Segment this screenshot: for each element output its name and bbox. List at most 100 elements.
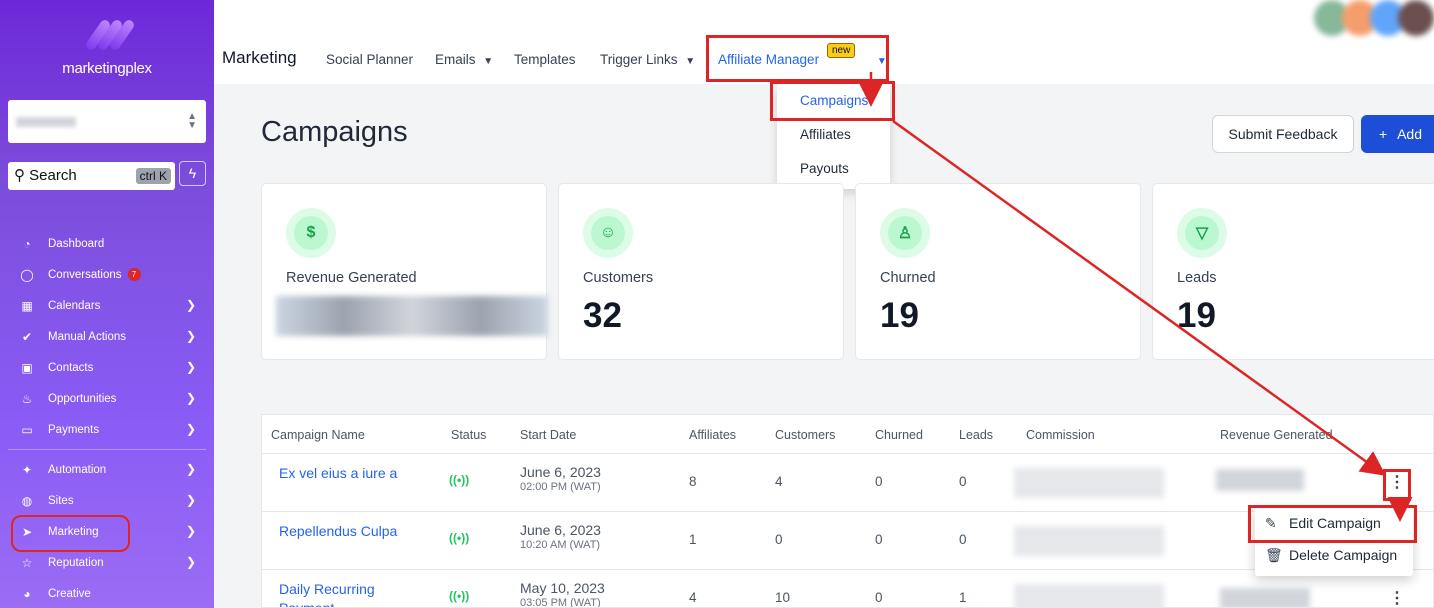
- stat-icon-wrap: $: [286, 208, 336, 258]
- sidebar-item-label: Payments: [48, 423, 100, 436]
- commission-redacted: [1014, 468, 1164, 498]
- affiliates-count: 1: [689, 532, 697, 547]
- add-label: Add: [1397, 126, 1422, 142]
- col-header-commission: Commission: [1026, 428, 1095, 442]
- sidebar-item-conversations[interactable]: ◯ Conversations 7: [0, 259, 214, 290]
- sidebar-item-creative[interactable]: ◕ Creative: [0, 578, 214, 608]
- logo-icon: [77, 18, 137, 54]
- tab-emails[interactable]: Emails ▼: [435, 52, 493, 67]
- chevron-down-icon: ▼: [483, 56, 494, 67]
- trash-icon: 🗑: [1265, 547, 1283, 563]
- date-text: June 6, 2023: [520, 464, 601, 480]
- time-text: 10:20 AM (WAT): [520, 539, 601, 551]
- stat-card-customers: ☺ Customers 32: [558, 183, 844, 360]
- time-text: 03:05 PM (WAT): [520, 597, 601, 608]
- card-icon: ▭: [21, 422, 33, 437]
- sidebar-item-label: Contacts: [48, 361, 94, 374]
- stat-value: 19: [880, 296, 919, 335]
- calendar-icon: ▦: [21, 298, 33, 313]
- star-icon: ☆: [21, 555, 33, 570]
- logo[interactable]: marketingplex: [0, 18, 214, 77]
- sidebar-item-marketing[interactable]: ➤ Marketing ❯: [0, 515, 214, 552]
- chevron-right-icon: ❯: [185, 360, 196, 374]
- chevron-right-icon: ❯: [185, 391, 196, 405]
- quick-actions-button[interactable]: ϟ: [179, 161, 206, 186]
- lightning-icon: ϟ: [188, 165, 197, 181]
- stat-label: Leads: [1177, 270, 1217, 286]
- check-icon: ✔: [21, 329, 33, 344]
- leads-count: 0: [959, 474, 967, 489]
- stat-value: 32: [583, 296, 622, 335]
- date-text: June 6, 2023: [520, 522, 601, 538]
- table-row[interactable]: Ex vel eius a iure a ((•)) June 6, 2023 0…: [262, 454, 1433, 512]
- status-active-icon: ((•)): [449, 473, 470, 487]
- tab-trigger-links[interactable]: Trigger Links ▼: [600, 52, 695, 67]
- stat-icon-wrap: ▽: [1177, 208, 1227, 258]
- sidebar-item-dashboard[interactable]: ◔ Dashboard: [0, 228, 214, 259]
- chevron-down-icon: ▼: [685, 56, 696, 67]
- stat-label: Customers: [583, 270, 654, 286]
- col-header-churned: Churned: [875, 428, 923, 442]
- sidebar-item-label: Reputation: [48, 556, 104, 569]
- page-title: Campaigns: [261, 116, 408, 148]
- chevron-right-icon: ❯: [185, 298, 196, 312]
- churned-count: 0: [875, 590, 883, 605]
- tab-label: Trigger Links: [600, 52, 678, 67]
- search-shortcut: ctrl K: [135, 168, 171, 184]
- chevron-right-icon: ❯: [185, 493, 196, 507]
- commission-redacted: [1014, 526, 1164, 556]
- sidebar-item-label: Dashboard: [48, 237, 105, 250]
- sidebar-item-label: Creative: [48, 587, 91, 600]
- tab-label: Emails: [435, 52, 476, 67]
- search-button[interactable]: ⚲ Search ctrl K: [8, 162, 175, 190]
- col-header-name: Campaign Name: [271, 428, 365, 442]
- chevron-right-icon: ❯: [185, 329, 196, 343]
- stat-icon-wrap: ♙: [880, 208, 930, 258]
- sidebar-item-contacts[interactable]: ▣ Contacts ❯: [0, 352, 214, 383]
- chevron-right-icon: ❯: [185, 462, 196, 476]
- sidebar-item-label: Manual Actions: [48, 330, 126, 343]
- sidebar-item-payments[interactable]: ▭ Payments ❯: [0, 414, 214, 445]
- annotation-box-edit-campaign: [1248, 505, 1417, 543]
- globe-icon: ◍: [21, 493, 33, 508]
- tab-social-planner[interactable]: Social Planner: [326, 52, 413, 67]
- user-icon: ☺: [591, 216, 625, 250]
- campaign-name-link[interactable]: Ex vel eius a iure a: [279, 464, 399, 483]
- stat-card-leads: ▽ Leads 19: [1152, 183, 1434, 360]
- affiliates-count: 4: [689, 590, 697, 605]
- commission-redacted: [1014, 584, 1164, 607]
- submit-feedback-button[interactable]: Submit Feedback: [1212, 115, 1354, 153]
- tab-templates[interactable]: Templates: [514, 52, 576, 67]
- start-date: June 6, 2023 10:20 AM (WAT): [520, 522, 601, 551]
- campaign-name-link[interactable]: Repellendus Culpa: [279, 522, 399, 541]
- sidebar-item-label: Automation: [48, 463, 107, 476]
- sidebar-item-label: Sites: [48, 494, 74, 507]
- chevron-right-icon: ❯: [185, 555, 196, 569]
- col-header-customers: Customers: [775, 428, 836, 442]
- user-avatars[interactable]: [1314, 0, 1434, 36]
- account-switcher[interactable]: ▲ ▼: [8, 100, 206, 143]
- campaign-name-link[interactable]: Daily Recurring Payment: [279, 580, 399, 607]
- sidebar-item-opportunities[interactable]: ♨ Opportunities ❯: [0, 383, 214, 414]
- sidebar-item-reputation[interactable]: ☆ Reputation ❯: [0, 547, 214, 578]
- delete-campaign-item[interactable]: 🗑 Delete Campaign: [1265, 547, 1397, 564]
- plus-icon: +: [1379, 126, 1388, 142]
- status-active-icon: ((•)): [449, 589, 470, 603]
- annotation-box-affiliate-manager: [706, 35, 889, 82]
- search-icon: ⚲: [14, 167, 25, 184]
- stat-value: 19: [1177, 296, 1216, 335]
- menu-item-payouts[interactable]: Payouts: [800, 161, 849, 176]
- add-button[interactable]: + Add: [1361, 115, 1434, 153]
- sidebar-item-calendars[interactable]: ▦ Calendars ❯: [0, 290, 214, 321]
- updown-caret-icon: ▲ ▼: [187, 111, 197, 131]
- contacts-icon: ▣: [21, 360, 33, 375]
- leads-count: 0: [959, 532, 967, 547]
- sidebar-item-automation[interactable]: ✦ Automation ❯: [0, 454, 214, 485]
- row-actions-icon[interactable]: ⋮: [1389, 588, 1405, 607]
- sidebar-item-sites[interactable]: ◍ Sites ❯: [0, 485, 214, 516]
- stat-card-churned: ♙ Churned 19: [855, 183, 1141, 360]
- sidebar: marketingplex ▲ ▼ ⚲ Search ctrl K ϟ ◔ Das…: [0, 0, 214, 608]
- menu-item-affiliates[interactable]: Affiliates: [800, 127, 851, 142]
- sidebar-item-manual-actions[interactable]: ✔ Manual Actions ❯: [0, 321, 214, 352]
- customers-count: 4: [775, 474, 783, 489]
